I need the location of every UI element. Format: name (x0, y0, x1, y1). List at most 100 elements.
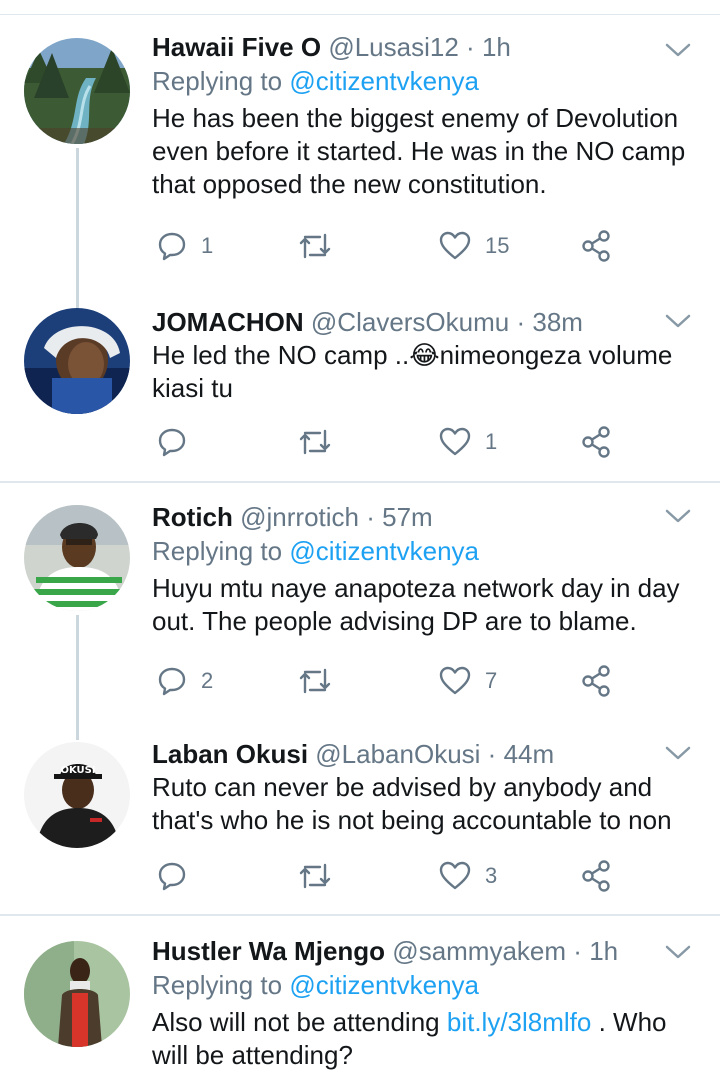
like-count: 1 (485, 429, 498, 454)
tweet-text-part-1: Also will not be attending (152, 1007, 447, 1037)
user-handle[interactable]: @sammyakem (392, 936, 566, 966)
share-button[interactable] (580, 422, 612, 462)
retweet-icon (299, 863, 331, 889)
tweet-header: JOMACHON @ClaversOkumu · 38m (152, 305, 696, 339)
replying-to-label: Replying to (152, 536, 283, 566)
tweet-actions: 3 (152, 856, 632, 896)
tweet-text: Also will not be attending bit.ly/3l8mlf… (152, 1006, 696, 1072)
display-name[interactable]: Hustler Wa Mjengo (152, 936, 385, 966)
heart-icon (439, 861, 471, 890)
timestamp[interactable]: 38m (532, 307, 583, 337)
display-name[interactable]: JOMACHON (152, 307, 304, 337)
tweet-actions: 1 (152, 422, 632, 462)
separator-dot: · (516, 307, 526, 337)
share-icon (582, 230, 610, 262)
tweet-text: Huyu mtu naye anapoteza network day in d… (152, 573, 680, 636)
river-landscape-avatar[interactable] (24, 38, 130, 144)
separator-dot: · (573, 936, 582, 966)
reply-icon (158, 862, 186, 891)
tweet-actions: 1 15 (152, 226, 632, 266)
reply-button[interactable] (157, 856, 201, 896)
like-button[interactable]: 1 (439, 422, 497, 462)
tweet-text: He led the NO camp ..😂nimeongeza volume … (152, 339, 696, 405)
reply-icon (158, 428, 186, 457)
replying-to-mention[interactable]: @citizentvkenya (289, 536, 479, 566)
tweet-header: Hawaii Five O @Lusasi12 · 1h (152, 30, 696, 64)
replying-to-label: Replying to (152, 970, 283, 1000)
share-icon (582, 665, 610, 697)
display-name[interactable]: Rotich (152, 502, 233, 532)
chevron-down-icon[interactable] (664, 311, 692, 331)
thread-line (76, 615, 79, 740)
display-name[interactable]: Laban Okusi (152, 739, 308, 769)
user-handle[interactable]: @Lusasi12 (328, 32, 458, 62)
share-button[interactable] (580, 661, 612, 701)
heart-icon (439, 666, 471, 695)
retweet-button[interactable] (298, 226, 346, 266)
timestamp[interactable]: 1h (589, 936, 618, 966)
tweet-header: Laban Okusi @LabanOkusi · 44m (152, 737, 696, 771)
retweet-icon (299, 233, 331, 259)
replying-to: Replying to @citizentvkenya (152, 64, 696, 98)
reply-button[interactable]: 1 (157, 226, 213, 266)
timestamp[interactable]: 44m (504, 739, 555, 769)
reply-icon (158, 667, 186, 696)
timestamp[interactable]: 1h (482, 32, 511, 62)
tweet-text: Ruto can never be advised by anybody and… (152, 772, 672, 835)
like-count: 3 (485, 863, 498, 888)
tweet-text-part-1: He led the NO camp .. (152, 340, 410, 370)
heart-icon (439, 427, 471, 456)
replying-to: Replying to @citizentvkenya (152, 534, 696, 568)
separator-dot: · (466, 32, 475, 62)
user-handle[interactable]: @ClaversOkumu (311, 307, 509, 337)
retweet-button[interactable] (298, 661, 346, 701)
person-cap-avatar[interactable]: OKUSI (24, 742, 130, 848)
replying-to: Replying to @citizentvkenya (152, 968, 696, 1002)
chevron-down-icon[interactable] (664, 942, 692, 962)
reply-button[interactable] (157, 422, 201, 462)
like-button[interactable]: 7 (439, 661, 497, 701)
reply-count: 1 (201, 233, 214, 258)
like-count: 7 (485, 668, 498, 693)
person-red-shirt-avatar[interactable] (24, 941, 130, 1047)
tweet-header: Hustler Wa Mjengo @sammyakem · 1h (152, 934, 696, 968)
display-name[interactable]: Hawaii Five O (152, 32, 321, 62)
like-button[interactable]: 3 (439, 856, 497, 896)
share-button[interactable] (580, 856, 612, 896)
tweet-actions: 2 7 (152, 661, 632, 701)
reply-count: 2 (201, 668, 214, 693)
conversation-divider (0, 914, 720, 916)
replying-to-mention[interactable]: @citizentvkenya (289, 970, 479, 1000)
retweet-button[interactable] (298, 422, 346, 462)
chevron-down-icon[interactable] (664, 506, 692, 526)
person-striped-shirt-avatar[interactable] (24, 505, 130, 611)
conversation-divider (0, 481, 720, 483)
chevron-down-icon[interactable] (664, 40, 692, 60)
tweet-text: He has been the biggest enemy of Devolut… (152, 103, 686, 199)
cap-logo-text: OKUSI (60, 765, 95, 776)
tweet-link[interactable]: bit.ly/3l8mlfo (447, 1007, 592, 1037)
separator-dot: · (487, 739, 497, 769)
share-icon (582, 860, 610, 892)
top-divider (0, 14, 720, 15)
chevron-down-icon[interactable] (664, 743, 692, 763)
separator-dot: · (366, 502, 375, 532)
share-icon (582, 426, 610, 458)
heart-icon (439, 231, 471, 260)
tweet-header: Rotich @jnrrotich · 57m (152, 500, 696, 534)
laughing-emoji-icon: 😂 (409, 340, 440, 370)
user-handle[interactable]: @jnrrotich (240, 502, 359, 532)
user-handle[interactable]: @LabanOkusi (315, 739, 480, 769)
person-blue-hoodie-avatar[interactable] (24, 308, 130, 414)
like-button[interactable]: 15 (439, 226, 509, 266)
replying-to-mention[interactable]: @citizentvkenya (289, 66, 479, 96)
share-button[interactable] (580, 226, 612, 266)
reply-button[interactable]: 2 (157, 661, 213, 701)
like-count: 15 (485, 233, 510, 258)
timestamp[interactable]: 57m (382, 502, 433, 532)
retweet-icon (299, 668, 331, 694)
retweet-icon (299, 429, 331, 455)
thread-line (76, 148, 79, 308)
reply-icon (158, 232, 186, 261)
retweet-button[interactable] (298, 856, 346, 896)
